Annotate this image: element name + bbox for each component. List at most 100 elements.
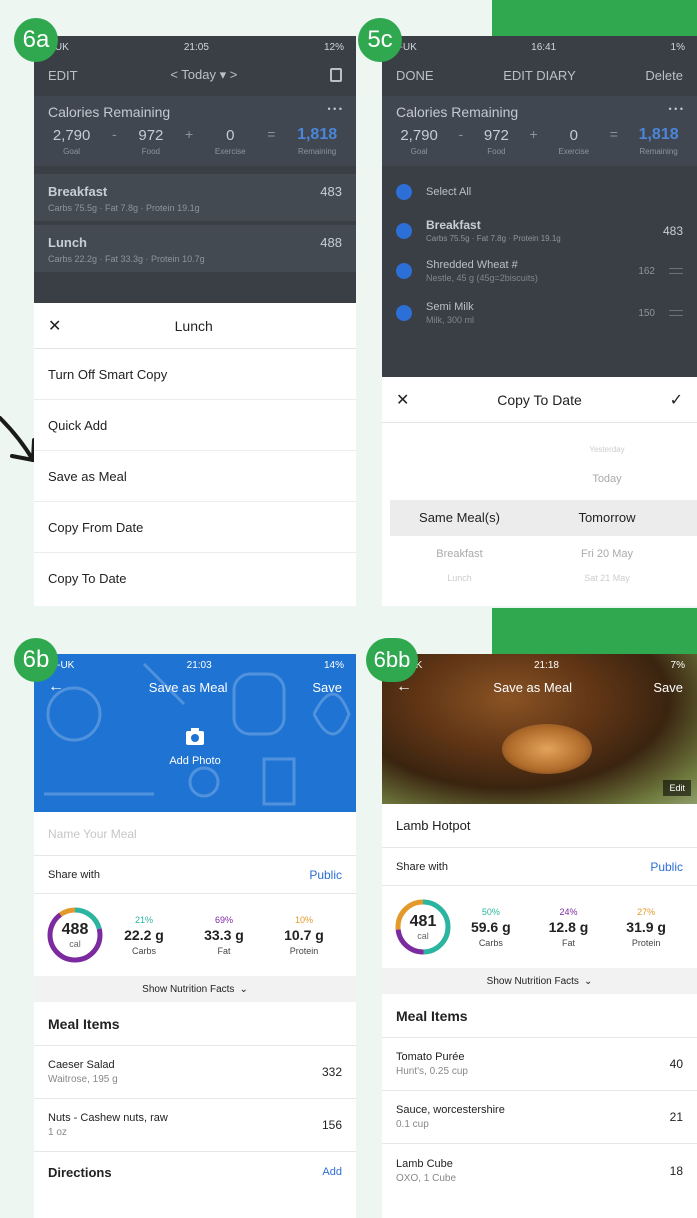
show-nutrition-facts-button[interactable]: Show Nutrition Facts ⌄ [382, 968, 697, 994]
macro-pct: 50% [481, 906, 500, 917]
date-selector[interactable]: < Today ▾ > [170, 67, 237, 83]
meal-lunch[interactable]: Lunch 488 Carbs 22.2g · Fat 33.3g · Prote… [34, 225, 356, 272]
drag-handle-icon[interactable] [669, 310, 683, 316]
confirm-check-icon[interactable]: ✓ [670, 390, 683, 410]
delete-button[interactable]: Delete [645, 68, 683, 83]
edit-photo-button[interactable]: Edit [663, 780, 691, 796]
meal-photo[interactable]: 02-UK 21:18 7% ← Save as Meal Save Edit [382, 654, 697, 804]
edit-button[interactable]: EDIT [48, 68, 78, 83]
panel-6bb: 02-UK 21:18 7% ← Save as Meal Save Edit … [382, 654, 697, 1218]
turn-off-smart-copy-item[interactable]: Turn Off Smart Copy [34, 349, 356, 400]
save-as-meal-item[interactable]: Save as Meal [34, 451, 356, 502]
show-facts-label: Show Nutrition Facts [486, 975, 579, 987]
camera-icon [186, 728, 204, 745]
share-value[interactable]: Public [650, 860, 683, 874]
copy-to-date-item[interactable]: Copy To Date [34, 553, 356, 604]
picker-right-option[interactable]: Yesterday [537, 445, 677, 454]
diary-row[interactable]: Breakfast Carbs 75.5g · Fat 7.8g · Prote… [382, 212, 697, 249]
more-icon[interactable]: • • • [669, 104, 683, 120]
diary-nav: EDIT < Today ▾ > [34, 58, 356, 92]
picker-left-option[interactable]: Lunch [382, 573, 537, 583]
check-icon[interactable] [396, 184, 412, 200]
calendar-icon[interactable] [330, 68, 342, 82]
check-icon[interactable] [396, 305, 412, 321]
meal-item-row[interactable]: Caeser Salad Waitrose, 195 g 332 [34, 1046, 356, 1099]
picker-right-selected[interactable]: Tomorrow [537, 510, 677, 525]
quick-add-item[interactable]: Quick Add [34, 400, 356, 451]
directions-add-button[interactable]: Add [322, 1166, 342, 1178]
date-picker[interactable]: Same Meal(s) Breakfast Lunch Yesterday T… [382, 423, 697, 606]
remaining-label: Remaining [297, 147, 337, 156]
show-facts-label: Show Nutrition Facts [142, 983, 235, 995]
minus-sign: - [458, 126, 464, 142]
picker-left-selected[interactable]: Same Meal(s) [382, 510, 537, 525]
diary-row[interactable]: Semi Milk Milk, 300 ml 150 [382, 293, 697, 333]
goal-value: 2,790 [400, 127, 438, 144]
check-icon[interactable] [396, 263, 412, 279]
drag-handle-icon[interactable] [669, 268, 683, 274]
calorie-ring: 481 cal [394, 898, 452, 956]
copy-from-date-item[interactable]: Copy From Date [34, 502, 356, 553]
done-button[interactable]: DONE [396, 68, 434, 83]
item-name: Lamb Cube [396, 1157, 453, 1170]
remaining-label: Remaining [639, 147, 678, 156]
meal-macros: Carbs 22.2g · Fat 33.3g · Protein 10.7g [48, 254, 205, 264]
close-icon[interactable]: ✕ [48, 316, 61, 336]
step-badge-6a: 6a [14, 18, 58, 62]
exercise-label: Exercise [214, 147, 246, 156]
meal-macros: Carbs 75.5g · Fat 7.8g · Protein 19.1g [48, 203, 200, 213]
picker-right-option[interactable]: Today [537, 473, 677, 485]
check-icon[interactable] [396, 222, 412, 239]
macro-name: Protein [289, 945, 319, 956]
row-sub: Milk, 300 ml [426, 315, 475, 325]
status-bar: 2-UK 21:05 12% [34, 36, 356, 58]
row-name: Shredded Wheat # [426, 259, 518, 271]
ring-kcal: 488 [61, 921, 89, 938]
back-arrow-icon[interactable]: ← [48, 678, 64, 696]
picker-right-option[interactable]: Sat 21 May [537, 573, 677, 583]
close-icon[interactable]: ✕ [396, 390, 409, 410]
sheet-title: Lunch [174, 317, 213, 334]
share-with-row[interactable]: Share with Public [34, 856, 356, 894]
exercise-value: 0 [226, 127, 235, 144]
meal-items-title: Meal Items [382, 994, 697, 1038]
meal-item-row[interactable]: Nuts - Cashew nuts, raw 1 oz 156 [34, 1099, 356, 1152]
diary-row[interactable]: Shredded Wheat # Nestle, 45 g (45g=2bisc… [382, 249, 697, 293]
picker-left-option[interactable]: Breakfast [382, 548, 537, 560]
row-sub: Nestle, 45 g (45g=2biscuits) [426, 273, 538, 283]
save-button[interactable]: Save [653, 680, 683, 695]
macro-grams: 12.8 g [548, 918, 589, 935]
share-value[interactable]: Public [309, 868, 342, 882]
goal-label: Goal [410, 147, 428, 156]
meal-name-input[interactable]: Lamb Hotpot [382, 804, 697, 848]
fat-macro: 24% 12.8 g Fat [549, 907, 589, 948]
item-cal: 40 [669, 1057, 683, 1071]
show-nutrition-facts-button[interactable]: Show Nutrition Facts ⌄ [34, 976, 356, 1002]
share-with-row[interactable]: Share with Public [382, 848, 697, 886]
item-name: Caeser Salad [48, 1059, 115, 1071]
meal-name-input[interactable]: Name Your Meal [34, 812, 356, 856]
meal-kcal: 488 [320, 235, 342, 250]
save-button[interactable]: Save [312, 680, 342, 695]
item-cal: 18 [669, 1163, 683, 1178]
item-name: Tomato Purée [396, 1051, 465, 1063]
edit-diary-nav: DONE EDIT DIARY Delete [382, 58, 697, 92]
plus-sign: + [529, 126, 538, 142]
meal-item-row[interactable]: Tomato Purée Hunt's, 0.25 cup 40 [382, 1038, 697, 1091]
macro-pct: 10% [294, 914, 313, 925]
meal-item-row[interactable]: Lamb Cube OXO, 1 Cube 18 [382, 1144, 697, 1197]
item-sub: Waitrose, 195 g [48, 1074, 118, 1085]
add-photo-button[interactable]: Add Photo [34, 728, 356, 767]
select-all-row[interactable]: Select All [382, 172, 697, 212]
macro-name: Protein [631, 937, 661, 948]
panel-6b: 02-UK 21:03 14% ← Save as Meal Save Add … [34, 654, 356, 1218]
panel-5c: 2-UK 16:41 1% DONE EDIT DIARY Delete Cal… [382, 36, 697, 606]
macro-name: Fat [217, 945, 231, 956]
picker-right-option[interactable]: Fri 20 May [537, 548, 677, 560]
more-icon[interactable]: • • • [328, 104, 342, 120]
share-label: Share with [48, 868, 100, 881]
meal-breakfast[interactable]: Breakfast 483 Carbs 75.5g · Fat 7.8g · Pr… [34, 174, 356, 221]
goal-value: 2,790 [52, 127, 91, 144]
meal-item-row[interactable]: Sauce, worcestershire 0.1 cup 21 [382, 1091, 697, 1144]
meal-kcal: 483 [320, 184, 342, 199]
